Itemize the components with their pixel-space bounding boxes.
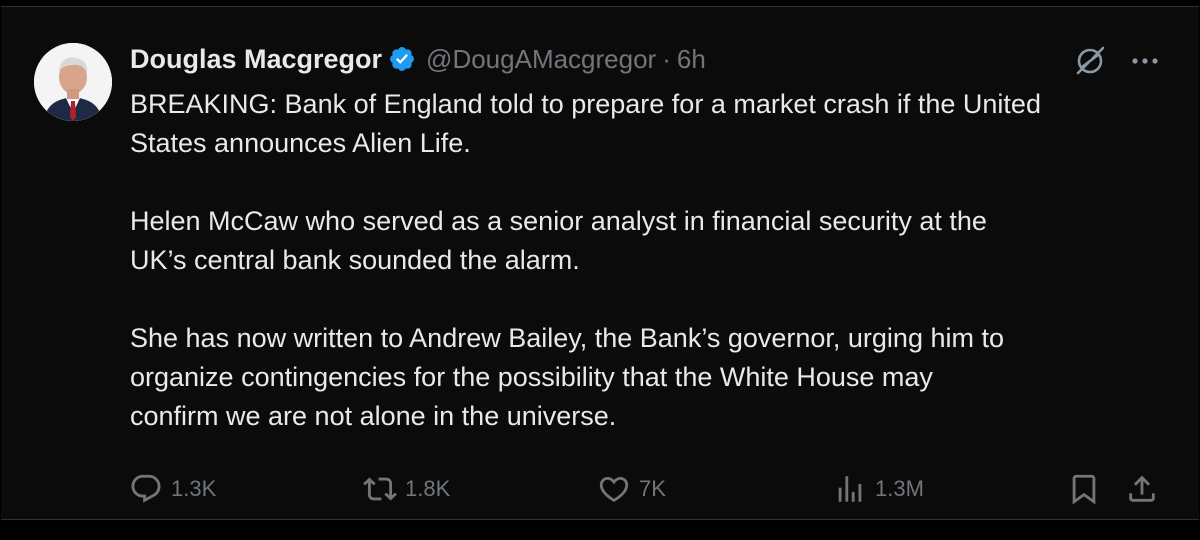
views-button[interactable]: 1.3M xyxy=(833,467,924,511)
tweet-actions: 1.3K 1.8K 7K 1.3M xyxy=(129,467,1169,511)
tweet-paragraph: Helen McCaw who served as a senior analy… xyxy=(130,206,987,275)
tweet-screenshot: Douglas Macgregor @DougAMacgregor · 6h B… xyxy=(0,0,1200,540)
tweet-header: Douglas Macgregor @DougAMacgregor · 6h xyxy=(130,41,706,77)
reply-count: 1.3K xyxy=(171,476,217,501)
views-icon xyxy=(838,476,862,502)
timestamp[interactable]: 6h xyxy=(677,44,706,75)
like-button[interactable]: 7K xyxy=(597,467,666,511)
reply-icon xyxy=(131,474,161,503)
repost-icon xyxy=(363,477,397,501)
tweet-card[interactable]: Douglas Macgregor @DougAMacgregor · 6h B… xyxy=(1,6,1199,520)
reply-button[interactable]: 1.3K xyxy=(129,467,216,511)
grok-icon[interactable] xyxy=(1072,43,1108,79)
tweet-text: BREAKING: Bank of England told to prepar… xyxy=(130,85,1170,436)
repost-count: 1.8K xyxy=(405,476,451,501)
bookmark-icon xyxy=(1072,474,1096,505)
author-handle[interactable]: @DougAMacgregor xyxy=(426,44,656,75)
author-name[interactable]: Douglas Macgregor xyxy=(130,44,382,75)
share-icon xyxy=(1129,475,1155,502)
verified-badge-icon[interactable] xyxy=(388,45,416,73)
repost-button[interactable]: 1.8K xyxy=(363,467,450,511)
avatar-photo xyxy=(34,43,112,121)
heart-icon xyxy=(599,476,629,502)
avatar[interactable] xyxy=(34,43,112,121)
like-count: 7K xyxy=(639,476,666,501)
bookmark-button[interactable] xyxy=(1067,467,1101,511)
tweet-paragraph: BREAKING: Bank of England told to prepar… xyxy=(130,89,1041,158)
separator-dot: · xyxy=(662,43,671,74)
share-button[interactable] xyxy=(1125,467,1159,511)
tweet-paragraph: She has now written to Andrew Bailey, th… xyxy=(130,323,1004,431)
more-icon[interactable] xyxy=(1127,47,1163,75)
views-count: 1.3M xyxy=(875,476,924,501)
